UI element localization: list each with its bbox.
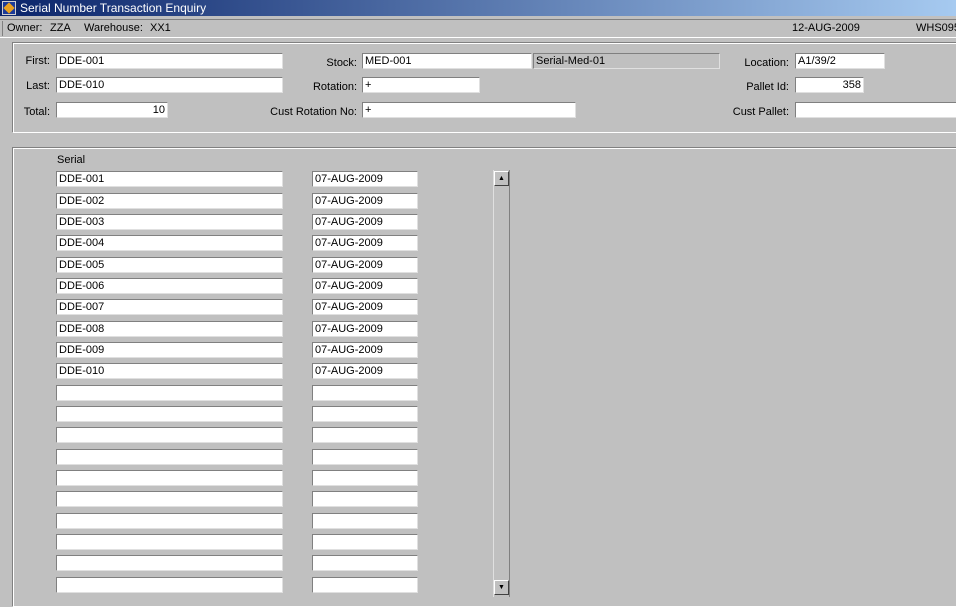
- cust-rotation-label: Cust Rotation No:: [270, 106, 357, 118]
- owner-label: Owner:: [7, 22, 43, 34]
- date-cell[interactable]: [312, 406, 418, 422]
- date-cell[interactable]: [312, 555, 418, 571]
- date-cell[interactable]: 07-AUG-2009: [312, 235, 418, 251]
- serial-cell[interactable]: [56, 470, 283, 486]
- rotation-label: Rotation:: [312, 81, 357, 93]
- oracle-forms-icon[interactable]: [2, 1, 16, 15]
- serial-cell[interactable]: DDE-005: [56, 257, 283, 273]
- serial-cell[interactable]: [56, 406, 283, 422]
- last-serial-field[interactable]: DDE-010: [56, 77, 283, 93]
- total-field[interactable]: 10: [56, 102, 168, 118]
- serial-cell[interactable]: [56, 427, 283, 443]
- rotation-field[interactable]: +: [362, 77, 480, 93]
- date-cell[interactable]: 07-AUG-2009: [312, 171, 418, 187]
- serial-cell[interactable]: [56, 534, 283, 550]
- serial-cell[interactable]: [56, 385, 283, 401]
- date-cell[interactable]: 07-AUG-2009: [312, 257, 418, 273]
- date-cell[interactable]: 07-AUG-2009: [312, 321, 418, 337]
- serial-cell[interactable]: DDE-010: [56, 363, 283, 379]
- serial-cell[interactable]: [56, 555, 283, 571]
- arrow-down-icon[interactable]: ▼: [494, 580, 509, 595]
- serial-cell[interactable]: DDE-009: [56, 342, 283, 358]
- serial-cell[interactable]: [56, 491, 283, 507]
- serial-cell[interactable]: DDE-006: [56, 278, 283, 294]
- status-bar: Owner: ZZA Warehouse: XX1 12-AUG-2009 WH…: [0, 19, 956, 38]
- warehouse-label: Warehouse:: [84, 22, 143, 34]
- arrow-up-icon[interactable]: ▲: [494, 171, 509, 186]
- date-cell[interactable]: [312, 449, 418, 465]
- date-cell[interactable]: 07-AUG-2009: [312, 278, 418, 294]
- pallet-id-label: Pallet Id:: [746, 81, 789, 93]
- last-label: Last:: [26, 80, 50, 92]
- owner-value: ZZA: [50, 22, 71, 34]
- serial-cell[interactable]: [56, 577, 283, 593]
- stock-label: Stock:: [326, 57, 357, 69]
- cust-pallet-field[interactable]: [795, 102, 956, 118]
- serial-cell[interactable]: DDE-007: [56, 299, 283, 315]
- serial-cell[interactable]: [56, 449, 283, 465]
- warehouse-value: XX1: [150, 22, 171, 34]
- cust-rotation-field[interactable]: +: [362, 102, 576, 118]
- date-cell[interactable]: 07-AUG-2009: [312, 299, 418, 315]
- date-cell[interactable]: 07-AUG-2009: [312, 214, 418, 230]
- total-label: Total:: [23, 106, 50, 118]
- stock-field[interactable]: MED-001: [362, 53, 532, 69]
- date-cell[interactable]: 07-AUG-2009: [312, 342, 418, 358]
- date-cell[interactable]: 07-AUG-2009: [312, 193, 418, 209]
- date-cell[interactable]: [312, 427, 418, 443]
- location-field[interactable]: A1/39/2: [795, 53, 885, 69]
- date-cell[interactable]: [312, 385, 418, 401]
- serial-cell[interactable]: DDE-001: [56, 171, 283, 187]
- cust-pallet-label: Cust Pallet:: [732, 106, 789, 118]
- first-serial-field[interactable]: DDE-001: [56, 53, 283, 69]
- serial-column-header: Serial: [57, 154, 86, 166]
- status-separator: [2, 21, 3, 36]
- date-cell[interactable]: [312, 470, 418, 486]
- serial-cell[interactable]: DDE-008: [56, 321, 283, 337]
- form-code: WHS095: [916, 22, 956, 34]
- serial-cell[interactable]: DDE-002: [56, 193, 283, 209]
- serial-cell[interactable]: DDE-004: [56, 235, 283, 251]
- location-label: Location:: [744, 57, 789, 69]
- title-bar: Serial Number Transaction Enquiry: [0, 0, 956, 16]
- first-label: First:: [25, 55, 50, 67]
- serial-cell[interactable]: DDE-003: [56, 214, 283, 230]
- grid-scrollbar[interactable]: [493, 170, 510, 597]
- date-cell[interactable]: [312, 513, 418, 529]
- window-title: Serial Number Transaction Enquiry: [20, 1, 207, 15]
- date-cell[interactable]: [312, 577, 418, 593]
- stock-description-field: Serial-Med-01: [533, 53, 720, 69]
- serial-cell[interactable]: [56, 513, 283, 529]
- pallet-id-field[interactable]: 358: [795, 77, 864, 93]
- status-date: 12-AUG-2009: [792, 22, 860, 34]
- date-cell[interactable]: [312, 491, 418, 507]
- date-cell[interactable]: 07-AUG-2009: [312, 363, 418, 379]
- date-cell[interactable]: [312, 534, 418, 550]
